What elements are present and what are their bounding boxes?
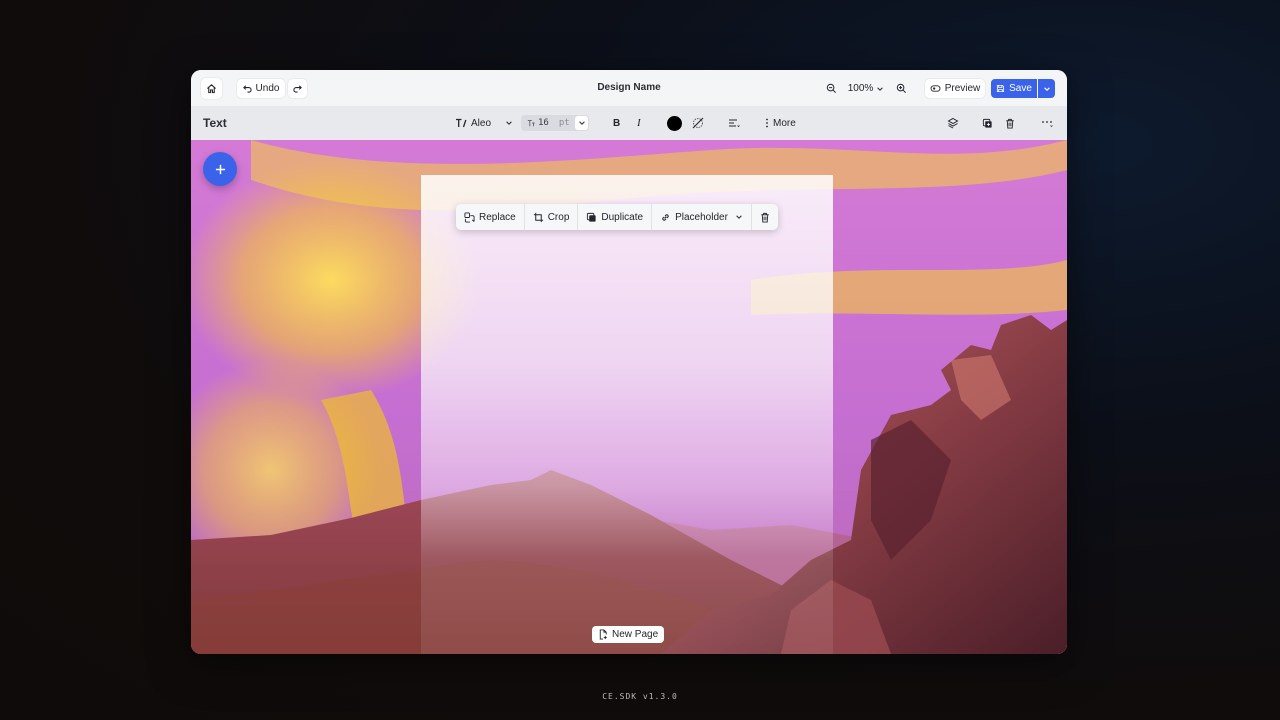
replace-icon xyxy=(464,211,475,223)
zoom-out-icon xyxy=(826,83,837,94)
duplicate-label: Duplicate xyxy=(601,211,644,223)
delete-button[interactable] xyxy=(1005,106,1015,140)
options-button[interactable] xyxy=(1041,106,1053,140)
trash-icon xyxy=(760,212,770,223)
text-background-button[interactable] xyxy=(691,106,705,140)
new-page-button[interactable]: New Page xyxy=(592,626,665,643)
more-horizontal-icon xyxy=(1041,119,1053,127)
duplicate-icon xyxy=(982,118,993,129)
more-label: More xyxy=(773,117,796,129)
font-size-dropdown[interactable] xyxy=(575,116,588,130)
chevron-down-icon xyxy=(876,85,884,93)
chevron-down-icon xyxy=(505,119,513,127)
panel-title: Text xyxy=(203,116,227,130)
eye-icon xyxy=(930,84,941,93)
text-color-swatch[interactable] xyxy=(667,116,682,131)
zoom-in-icon xyxy=(896,83,907,94)
font-icon xyxy=(455,118,467,128)
link-icon xyxy=(660,212,671,223)
zoom-in-button[interactable] xyxy=(891,79,911,98)
crop-label: Crop xyxy=(547,211,570,223)
replace-button[interactable]: Replace xyxy=(456,204,525,230)
version-label: CE.SDK v1.3.0 xyxy=(602,692,678,701)
save-icon xyxy=(996,84,1005,93)
chevron-down-icon xyxy=(735,213,743,221)
placeholder-label: Placeholder xyxy=(675,211,728,223)
design-page[interactable] xyxy=(421,175,833,654)
text-align-button[interactable] xyxy=(728,106,740,140)
duplicate-icon xyxy=(586,212,597,223)
chevron-down-icon xyxy=(1043,85,1051,93)
new-page-label: New Page xyxy=(612,629,659,640)
layers-button[interactable] xyxy=(947,106,959,140)
font-size-icon xyxy=(527,119,535,127)
preview-button[interactable]: Preview xyxy=(925,79,985,98)
italic-button[interactable]: I xyxy=(637,106,641,140)
align-left-icon xyxy=(728,118,740,128)
save-label: Save xyxy=(1009,83,1032,94)
font-name: Aleo xyxy=(471,117,492,129)
zoom-control: 100% xyxy=(821,79,911,98)
top-bar: Undo Design Name 100% Preview Save xyxy=(191,70,1067,107)
placeholder-dropdown[interactable]: Placeholder xyxy=(652,204,752,230)
crop-icon xyxy=(533,212,544,223)
plus-icon xyxy=(215,164,226,175)
zoom-value: 100% xyxy=(847,83,874,94)
more-button[interactable]: More xyxy=(765,106,796,140)
trash-icon xyxy=(1005,118,1015,129)
font-size-unit: pt xyxy=(558,118,570,128)
fill-off-icon xyxy=(691,116,705,130)
bold-button[interactable]: B xyxy=(613,106,620,140)
editor-canvas[interactable]: Replace Crop Duplicate Placeholder xyxy=(191,140,1067,654)
text-toolbar: Text Aleo 16 pt B I More xyxy=(191,106,1067,141)
layers-icon xyxy=(947,117,959,129)
crop-button[interactable]: Crop xyxy=(525,204,579,230)
font-size-input[interactable]: 16 pt xyxy=(521,115,589,131)
chevron-down-icon xyxy=(578,121,585,125)
font-family-dropdown[interactable]: Aleo xyxy=(455,106,513,140)
duplicate-element-button[interactable]: Duplicate xyxy=(578,204,653,230)
more-vertical-icon xyxy=(765,118,769,128)
zoom-out-button[interactable] xyxy=(821,79,841,98)
font-size-value: 16 xyxy=(538,118,549,128)
element-context-menu: Replace Crop Duplicate Placeholder xyxy=(456,204,778,230)
preview-label: Preview xyxy=(944,83,981,94)
zoom-dropdown[interactable]: 100% xyxy=(841,83,891,94)
delete-element-button[interactable] xyxy=(752,204,778,230)
save-button[interactable]: Save xyxy=(991,79,1037,98)
editor-window: Undo Design Name 100% Preview Save Text … xyxy=(191,70,1067,654)
new-page-icon xyxy=(598,629,608,640)
duplicate-button[interactable] xyxy=(982,106,993,140)
replace-label: Replace xyxy=(479,211,516,223)
save-options-button[interactable] xyxy=(1038,79,1055,98)
add-element-button[interactable] xyxy=(203,152,237,186)
